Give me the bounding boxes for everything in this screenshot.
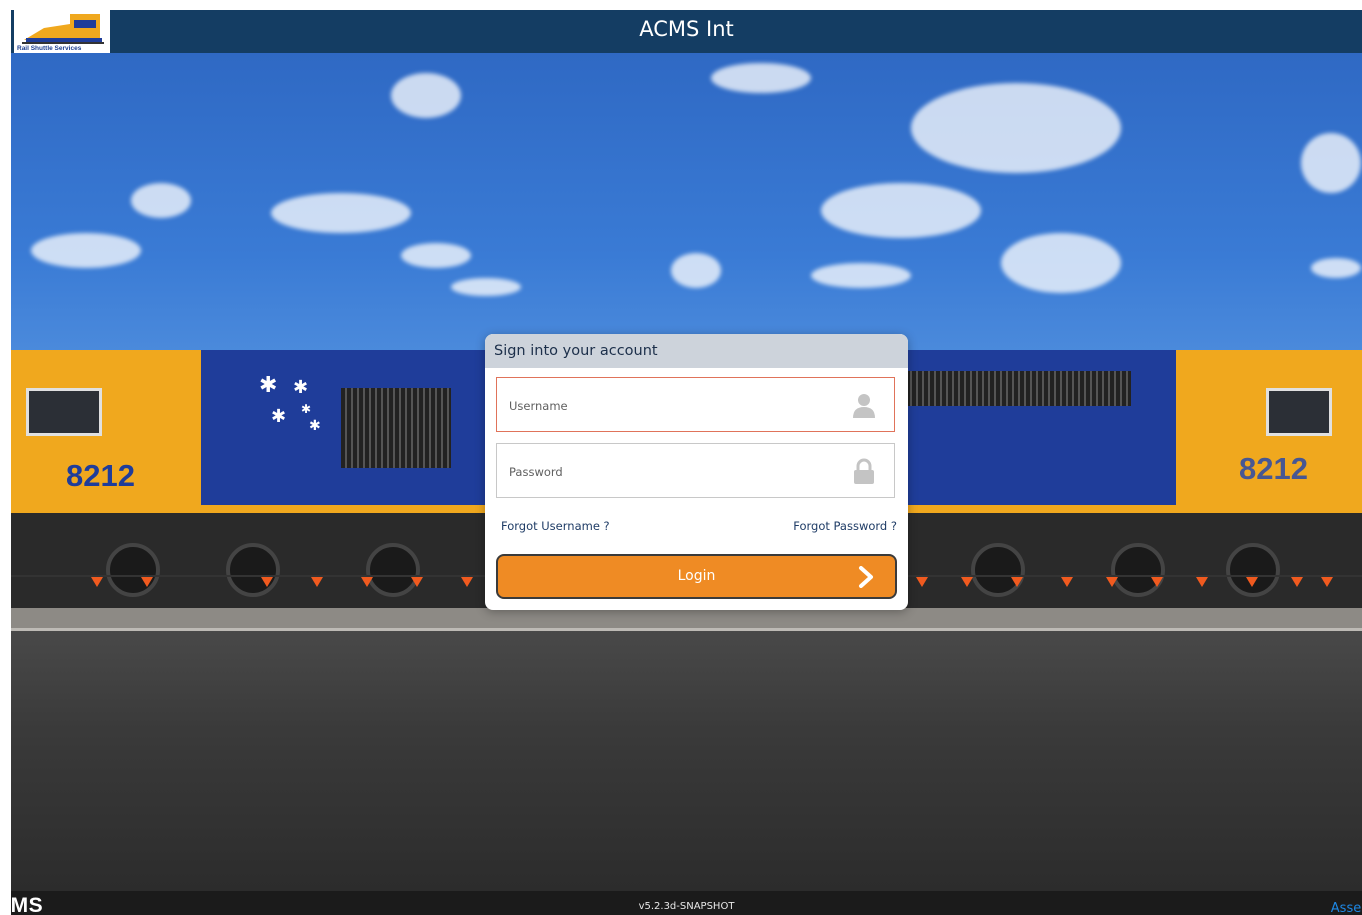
cloud <box>811 263 911 288</box>
safety-flag <box>1196 577 1208 587</box>
road <box>11 623 1362 891</box>
cab-window-right <box>1266 388 1332 436</box>
username-field[interactable] <box>496 377 895 433</box>
locomotive-number: 8212 <box>1239 451 1308 486</box>
footer: CMS v5.2.3d-SNAPSHOT Asses <box>11 891 1362 915</box>
safety-flag <box>916 577 928 587</box>
safety-flag <box>361 577 373 587</box>
star-icon: ✱ <box>293 377 309 398</box>
star-icon: ✱ <box>309 418 321 434</box>
password-field[interactable] <box>496 443 895 499</box>
wheel <box>1226 543 1280 597</box>
safety-flag <box>311 577 323 587</box>
star-icon: ✱ <box>271 406 287 427</box>
cloud <box>1311 258 1361 278</box>
locomotive-number: 8212 <box>66 458 135 493</box>
wheel <box>366 543 420 597</box>
star-icon: ✱ <box>259 373 278 398</box>
rail <box>11 628 1362 631</box>
safety-flag <box>261 577 273 587</box>
safety-flag <box>1106 577 1118 587</box>
cloud <box>911 83 1121 173</box>
cloud <box>451 278 521 296</box>
forgot-username-link[interactable]: Forgot Username ? <box>501 519 610 533</box>
chevron-right-icon <box>859 566 873 588</box>
cloud <box>1001 233 1121 293</box>
forgot-password-link[interactable]: Forgot Password ? <box>793 519 897 533</box>
star-icon: ✱ <box>301 402 312 416</box>
app-frame: Rail Shuttle Services ACMS Int 8212 8212… <box>11 10 1362 915</box>
ballast <box>11 608 1362 628</box>
safety-flag <box>961 577 973 587</box>
cloud <box>31 233 141 268</box>
safety-flag <box>1246 577 1258 587</box>
login-panel: Sign into your account Forgot Username ?… <box>485 334 908 610</box>
login-button-label: Login <box>677 568 716 584</box>
cab-window-left <box>26 388 102 436</box>
radiator-grille <box>341 388 451 468</box>
cloud <box>711 63 811 93</box>
cloud <box>131 183 191 218</box>
password-input[interactable] <box>507 444 851 499</box>
wheel <box>1111 543 1165 597</box>
safety-flag <box>91 577 103 587</box>
safety-flag <box>1291 577 1303 587</box>
safety-flag <box>461 577 473 587</box>
cloud <box>1301 133 1361 193</box>
user-icon <box>853 394 875 418</box>
radiator-grille <box>906 371 1131 406</box>
lock-icon <box>854 458 874 484</box>
username-input[interactable] <box>507 378 851 433</box>
app-title: ACMS Int <box>639 17 734 41</box>
safety-flag <box>1321 577 1333 587</box>
cloud <box>401 243 471 268</box>
wheel <box>971 543 1025 597</box>
safety-flag <box>411 577 423 587</box>
wheel <box>106 543 160 597</box>
cloud <box>271 193 411 233</box>
wheel <box>226 543 280 597</box>
safety-flag <box>1151 577 1163 587</box>
cloud <box>671 253 721 288</box>
logo-text: Rail Shuttle Services <box>17 45 82 52</box>
safety-flag <box>1061 577 1073 587</box>
safety-flag <box>1011 577 1023 587</box>
top-bar: Rail Shuttle Services ACMS Int <box>11 10 1362 53</box>
version-label: v5.2.3d-SNAPSHOT <box>638 901 735 912</box>
safety-flag <box>141 577 153 587</box>
footer-link[interactable]: Asses <box>1331 901 1362 915</box>
login-heading: Sign into your account <box>485 334 908 368</box>
login-button[interactable]: Login <box>496 554 897 599</box>
cloud <box>391 73 461 118</box>
cloud <box>821 183 981 238</box>
